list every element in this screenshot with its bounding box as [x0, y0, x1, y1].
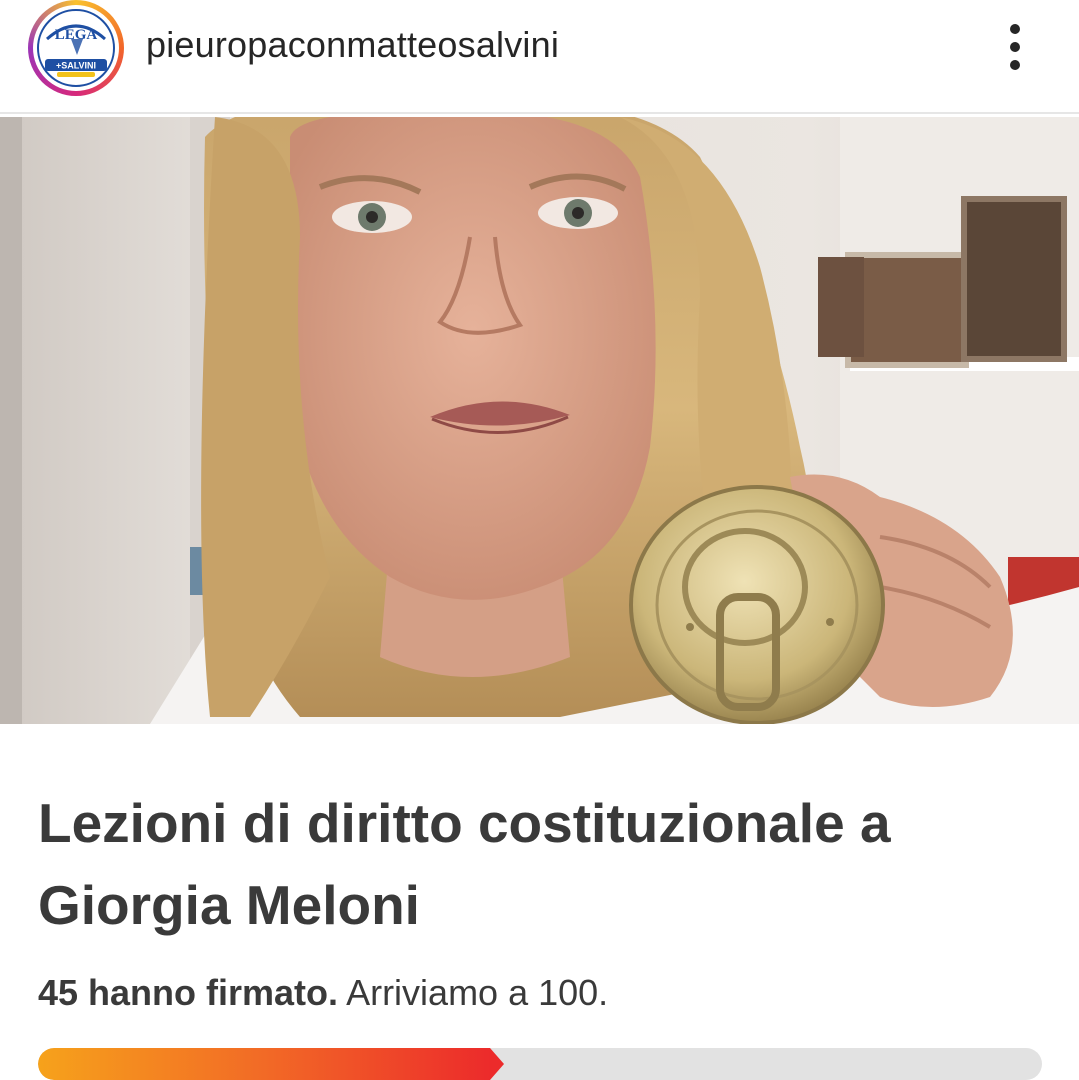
signature-progress-bar [38, 1048, 1042, 1080]
progress-tip [490, 1048, 504, 1080]
post-photo[interactable] [0, 117, 1079, 724]
petition-title: Lezioni di diritto costituzionale a Gior… [38, 792, 891, 936]
avatar[interactable]: LEGA +SALVINI [28, 0, 124, 96]
lega-logo-icon: LEGA +SALVINI [37, 9, 115, 87]
more-options-button[interactable] [996, 18, 1036, 74]
svg-text:+SALVINI: +SALVINI [56, 61, 96, 71]
photo-illustration [0, 117, 1079, 724]
username-link[interactable]: pieuropaconmatteosalvini [146, 24, 559, 66]
more-vertical-icon [1010, 24, 1020, 34]
goal-text: Arriviamo a 100. [338, 972, 609, 1013]
post-header: LEGA +SALVINI pieuropaconmatteosalvini [0, 0, 1079, 114]
signature-count: 45 hanno firmato. Arriviamo a 100. [38, 972, 608, 1014]
more-vertical-icon [1010, 42, 1020, 52]
avatar-inner: LEGA +SALVINI [33, 5, 119, 91]
signed-count-text: 45 hanno firmato. [38, 972, 339, 1013]
progress-fill [38, 1048, 490, 1080]
more-vertical-icon [1010, 60, 1020, 70]
